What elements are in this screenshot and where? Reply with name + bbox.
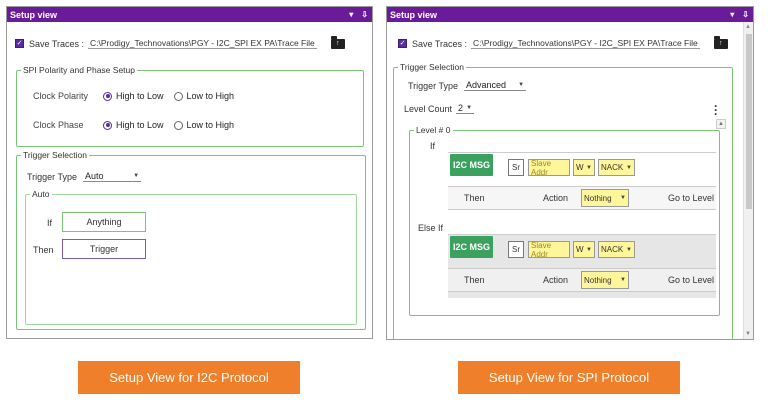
- i2c-msg-button[interactable]: I2C MSG: [450, 236, 493, 258]
- polarity-low-to-high-option[interactable]: Low to High: [173, 91, 234, 101]
- slave-addr-input[interactable]: Slave Addr: [528, 159, 570, 177]
- save-traces-path-input[interactable]: C:\Prodigy_Technovations\PGY - I2C_SPI E…: [88, 38, 317, 49]
- panel-title: Setup view: [390, 9, 438, 20]
- if-label: If: [430, 141, 436, 151]
- save-traces-label: Save Traces :: [412, 38, 468, 49]
- scrollbar-thumb[interactable]: [746, 34, 752, 209]
- radio-unselected-icon[interactable]: [173, 120, 183, 130]
- save-traces-path-input[interactable]: C:\Prodigy_Technovations\PGY - I2C_SPI E…: [471, 38, 700, 49]
- trigger-type-label: Trigger Type: [27, 171, 78, 182]
- pin-dropdown-icon[interactable]: ▾: [730, 10, 734, 19]
- goto-level-label: Go to Level: [668, 193, 715, 203]
- dock-icon[interactable]: ⇩: [742, 10, 749, 19]
- save-traces-checkbox[interactable]: ✓: [398, 39, 407, 48]
- more-options-icon[interactable]: · · ·: [714, 100, 718, 120]
- action-dropdown[interactable]: Nothing ▼: [581, 189, 629, 207]
- trigger-type-dropdown[interactable]: Advanced ▼: [464, 80, 527, 91]
- radio-unselected-icon[interactable]: [173, 91, 183, 101]
- phase-high-to-low-option[interactable]: High to Low: [103, 120, 164, 130]
- chevron-down-icon: ▼: [586, 246, 592, 253]
- panel-title: Setup view: [10, 9, 58, 20]
- i2c-msg-button[interactable]: I2C MSG: [450, 154, 493, 176]
- level-group-label: Level # 0: [416, 125, 451, 135]
- chevron-down-icon: ▼: [626, 164, 632, 171]
- vertical-scrollbar[interactable]: ▲ ▼: [743, 22, 753, 339]
- else-if-label: Else If: [418, 223, 444, 233]
- scroll-down-icon[interactable]: ▼: [745, 331, 751, 337]
- panel-titlebar: Setup view ▾ ⇩: [387, 7, 753, 22]
- level-count-label: Level Count: [404, 103, 453, 114]
- polarity-high-to-low-option[interactable]: High to Low: [103, 91, 164, 101]
- dock-icon[interactable]: ⇩: [361, 10, 368, 19]
- action-label: Action: [543, 275, 569, 285]
- action-dropdown[interactable]: Nothing ▼: [581, 271, 629, 289]
- clock-polarity-label: Clock Polarity: [33, 91, 89, 101]
- level-count-dropdown[interactable]: 2 ▼: [456, 103, 475, 114]
- chevron-down-icon: ▼: [133, 173, 140, 179]
- caption-left: Setup View for I2C Protocol: [78, 361, 300, 394]
- spi-group-label: SPI Polarity and Phase Setup: [23, 65, 135, 75]
- then-label: Then: [464, 275, 485, 285]
- trigger-type-dropdown[interactable]: Auto ▼: [83, 171, 142, 182]
- folder-open-icon[interactable]: ↑: [330, 35, 345, 49]
- trigger-group-label: Trigger Selection: [400, 62, 464, 72]
- auto-group-label: Auto: [32, 189, 50, 199]
- chevron-down-icon: ▼: [620, 277, 626, 283]
- sr-toggle[interactable]: Sr: [508, 159, 524, 176]
- goto-level-label: Go to Level: [668, 275, 715, 285]
- scroll-up-icon[interactable]: ▲: [745, 24, 751, 30]
- rw-dropdown[interactable]: W ▼: [573, 241, 595, 258]
- setup-view-panel-left: Setup view ▾ ⇩ ✓ Save Traces : C:\Prodig…: [6, 6, 373, 339]
- caption-right: Setup View for SPI Protocol: [458, 361, 680, 394]
- save-traces-checkbox[interactable]: ✓: [15, 39, 24, 48]
- save-traces-label: Save Traces :: [29, 38, 85, 49]
- clock-phase-label: Clock Phase: [33, 120, 84, 130]
- chevron-down-icon: ▼: [466, 105, 473, 111]
- trigger-type-label: Trigger Type: [408, 80, 459, 91]
- ack-dropdown[interactable]: NACK ▼: [598, 241, 635, 258]
- rw-dropdown[interactable]: W ▼: [573, 159, 595, 176]
- radio-selected-icon[interactable]: [103, 91, 112, 101]
- chevron-down-icon: ▼: [586, 164, 592, 171]
- pin-dropdown-icon[interactable]: ▾: [349, 10, 353, 19]
- phase-low-to-high-option[interactable]: Low to High: [173, 120, 234, 130]
- panel-titlebar: Setup view ▾ ⇩: [7, 7, 372, 22]
- inner-scroll-up-icon[interactable]: ▲: [716, 119, 726, 129]
- if-label: If: [47, 218, 53, 228]
- if-condition-box[interactable]: Anything: [62, 212, 146, 232]
- then-label: Then: [464, 193, 485, 203]
- then-action-box[interactable]: Trigger: [62, 239, 146, 259]
- spi-polarity-group: SPI Polarity and Phase Setup: [16, 65, 364, 147]
- ack-dropdown[interactable]: NACK ▼: [598, 159, 635, 176]
- radio-selected-icon[interactable]: [103, 120, 112, 130]
- action-label: Action: [543, 193, 569, 203]
- chevron-down-icon: ▼: [518, 82, 525, 88]
- folder-open-icon[interactable]: ↑: [713, 35, 728, 49]
- then-label: Then: [33, 245, 54, 255]
- chevron-down-icon: ▼: [626, 246, 632, 253]
- setup-view-panel-right: Setup view ▾ ⇩ ✓ Save Traces : C:\Prodig…: [386, 6, 754, 340]
- chevron-down-icon: ▼: [620, 195, 626, 201]
- sr-toggle[interactable]: Sr: [508, 241, 524, 258]
- slave-addr-input[interactable]: Slave Addr: [528, 241, 570, 259]
- trigger-group-label: Trigger Selection: [23, 150, 87, 160]
